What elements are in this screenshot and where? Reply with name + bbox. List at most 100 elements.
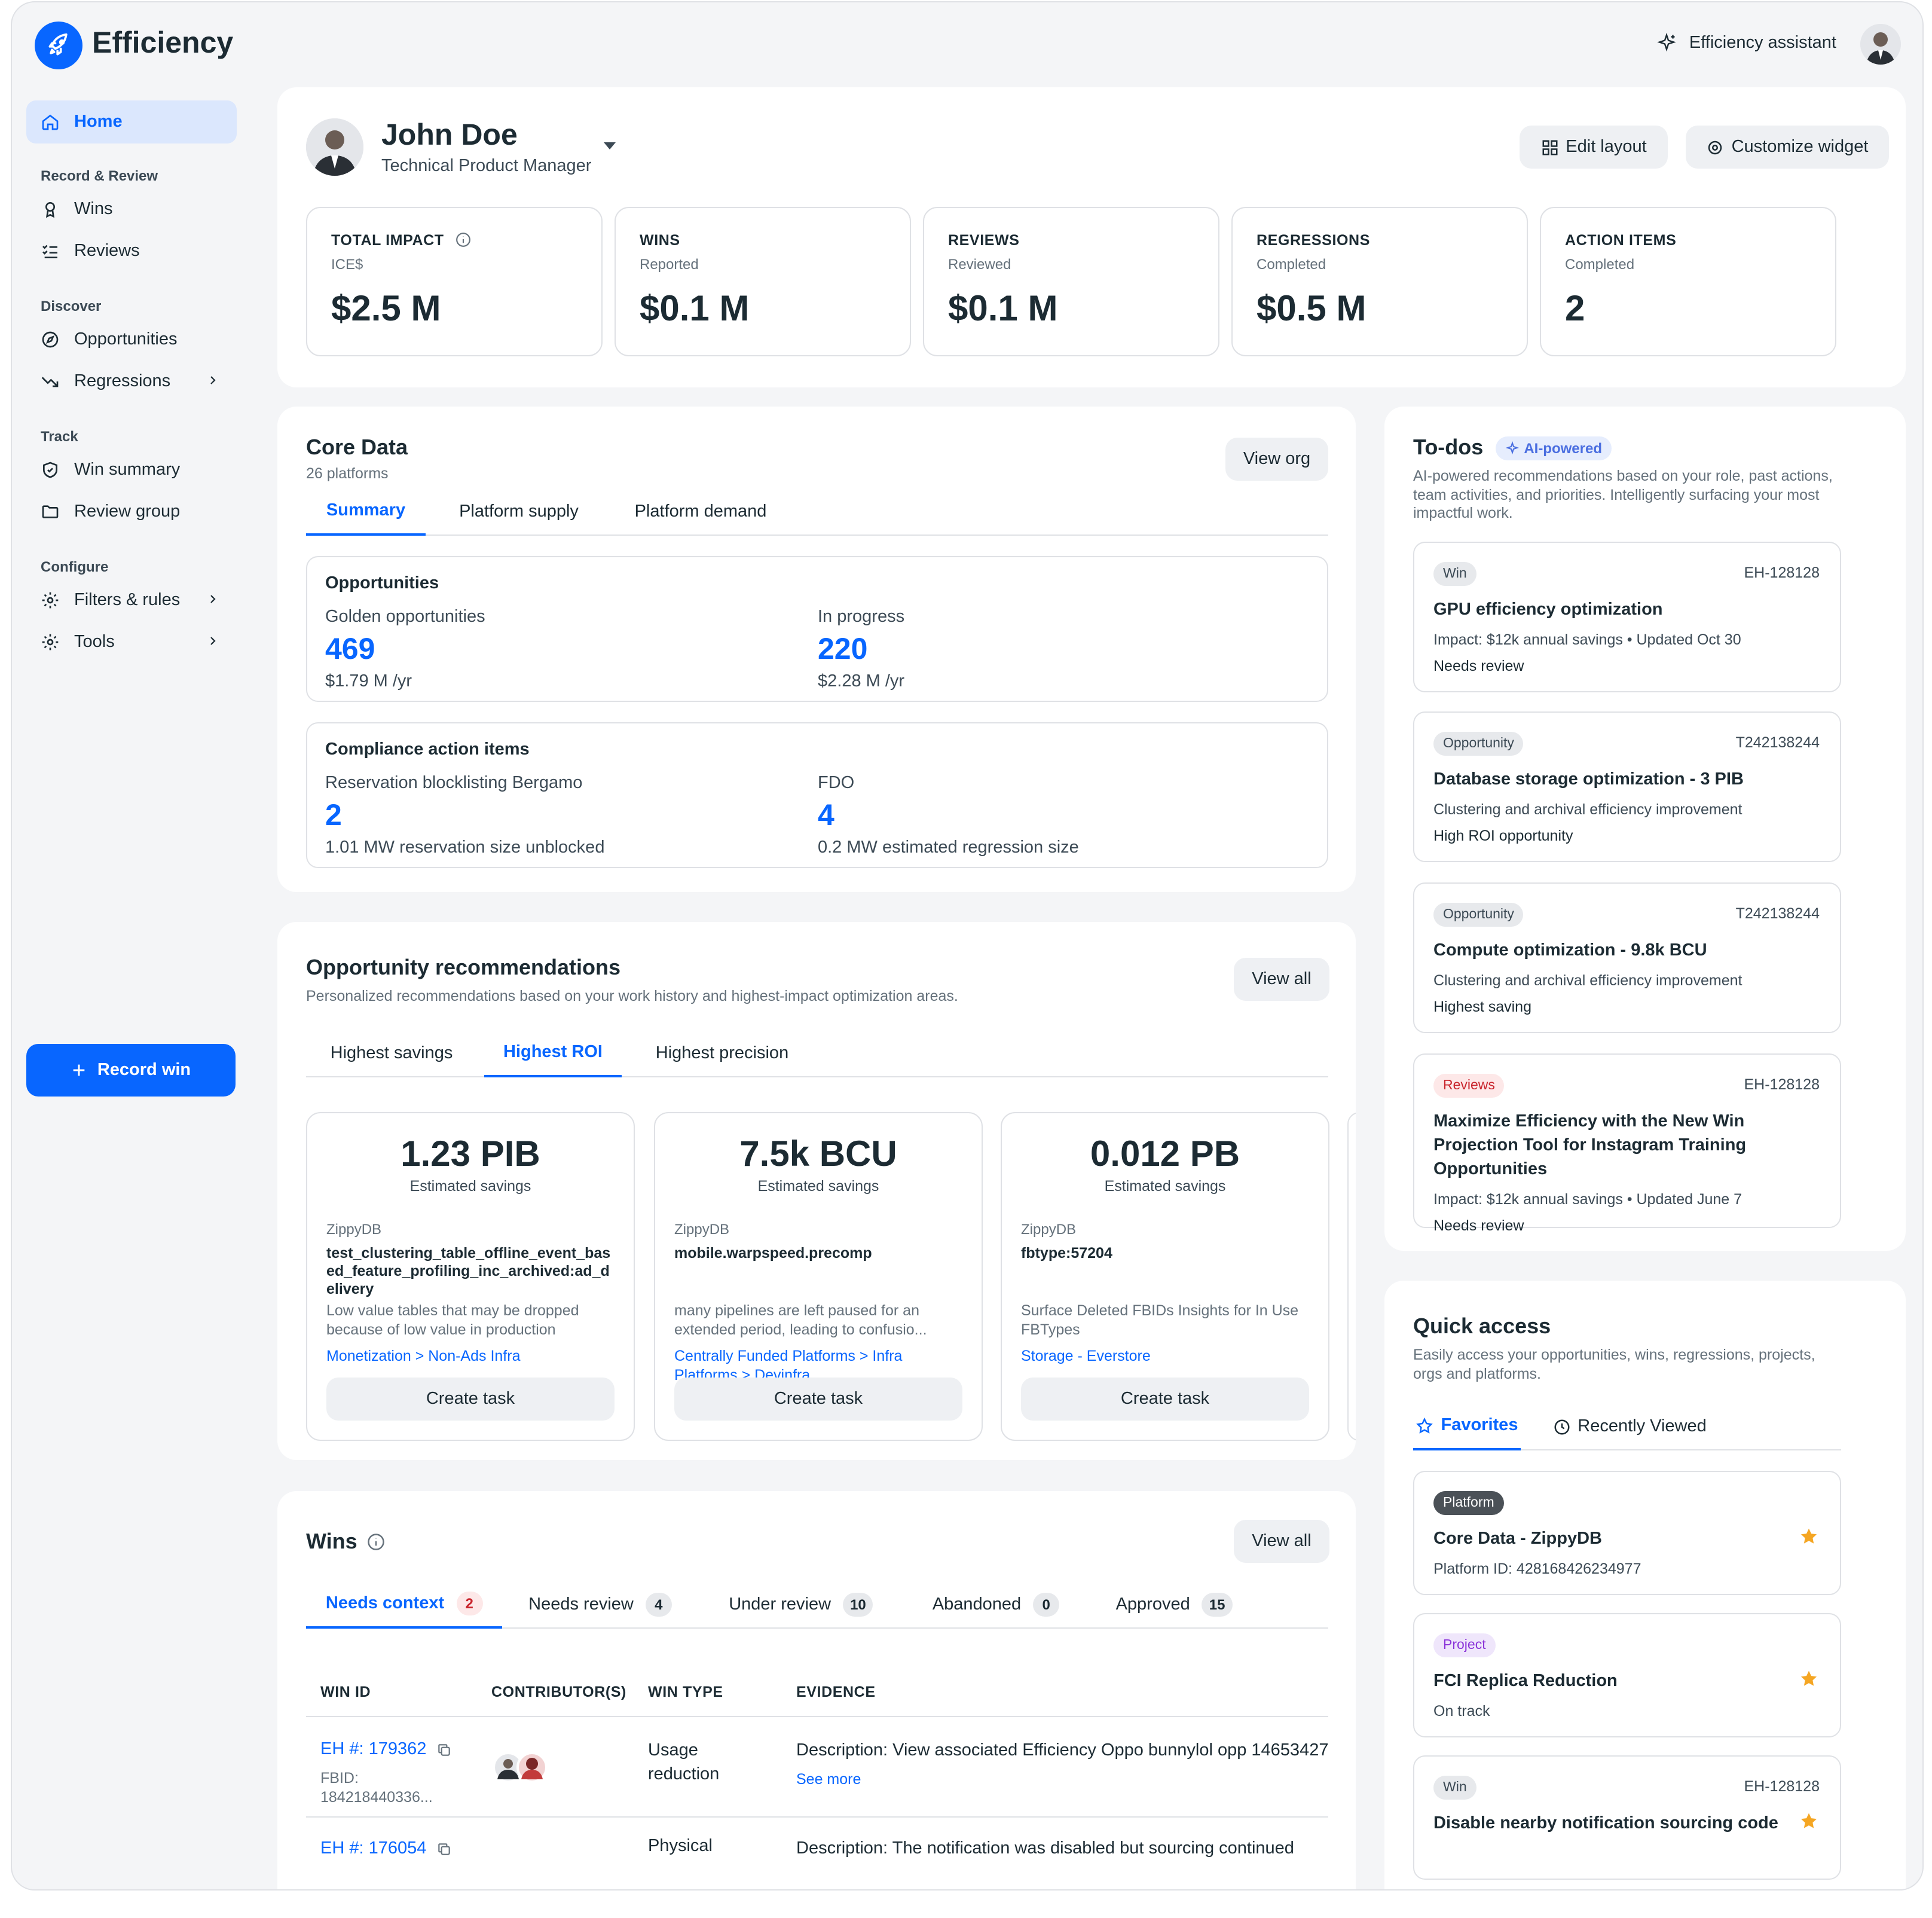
copy-icon[interactable] bbox=[436, 1742, 451, 1757]
tab-label: Abandoned bbox=[932, 1595, 1022, 1614]
create-task-button[interactable]: Create task bbox=[326, 1378, 615, 1421]
sidebar-item-opportunities[interactable]: Opportunities bbox=[26, 318, 237, 361]
compliance-box[interactable]: Compliance action items Reservation bloc… bbox=[306, 722, 1328, 868]
tab-summary[interactable]: Summary bbox=[306, 488, 426, 536]
column-header-win-id[interactable]: WIN ID bbox=[320, 1684, 371, 1700]
tab-highest-savings[interactable]: Highest savings bbox=[306, 1030, 477, 1077]
info-icon[interactable] bbox=[456, 232, 471, 248]
see-more-link[interactable]: See more bbox=[796, 1771, 861, 1788]
stat-total-impact[interactable]: TOTAL IMPACT ICE$ $2.5 M bbox=[306, 207, 603, 356]
stat-action-items[interactable]: ACTION ITEMS Completed 2 bbox=[1540, 207, 1836, 356]
sidebar-item-label: Win summary bbox=[74, 460, 181, 480]
app-logo[interactable] bbox=[35, 22, 82, 69]
tab-highest-roi[interactable]: Highest ROI bbox=[484, 1030, 622, 1077]
todo-id: EH-128128 bbox=[1744, 1076, 1820, 1093]
sidebar-item-filters-rules[interactable]: Filters & rules bbox=[26, 579, 237, 622]
stat-value: $0.1 M bbox=[948, 289, 1058, 329]
sidebar-item-tools[interactable]: Tools bbox=[26, 621, 237, 664]
star-filled-icon[interactable] bbox=[1799, 1527, 1818, 1546]
view-all-wins-button[interactable]: View all bbox=[1234, 1520, 1329, 1563]
sparkle-icon bbox=[1657, 32, 1676, 52]
record-win-button[interactable]: Record win bbox=[26, 1044, 236, 1097]
todo-title: GPU efficiency optimization bbox=[1433, 600, 1663, 619]
stat-wins[interactable]: WINS Reported $0.1 M bbox=[615, 207, 911, 356]
column-header-evidence[interactable]: EVIDENCE bbox=[796, 1684, 876, 1700]
tab-favorites[interactable]: Favorites bbox=[1413, 1403, 1521, 1450]
win-id-link[interactable]: EH #: 176054 bbox=[320, 1839, 451, 1858]
tab-count: 4 bbox=[645, 1593, 672, 1617]
win-id-link[interactable]: EH #: 179362 bbox=[320, 1740, 451, 1759]
todo-title: Compute optimization - 9.8k BCU bbox=[1433, 941, 1707, 960]
sidebar-item-win-summary[interactable]: Win summary bbox=[26, 448, 237, 491]
tab-platform-supply[interactable]: Platform supply bbox=[440, 488, 598, 536]
column-header-contributors[interactable]: CONTRIBUTOR(S) bbox=[491, 1684, 626, 1700]
contributor-avatars[interactable] bbox=[491, 1751, 549, 1784]
tab-needs-context[interactable]: Needs context 2 bbox=[306, 1581, 502, 1629]
tab-under-review[interactable]: Under review 10 bbox=[717, 1581, 885, 1629]
tab-needs-review[interactable]: Needs review 4 bbox=[519, 1581, 681, 1629]
star-filled-icon[interactable] bbox=[1799, 1669, 1818, 1688]
item-desc: On track bbox=[1433, 1703, 1490, 1720]
view-all-recommendations-button[interactable]: View all bbox=[1234, 958, 1329, 1001]
star-filled-icon[interactable] bbox=[1799, 1812, 1818, 1831]
create-task-button[interactable]: Create task bbox=[674, 1378, 962, 1421]
stat-title: TOTAL IMPACT bbox=[331, 232, 577, 249]
sidebar-section-configure: Configure bbox=[41, 558, 109, 575]
wins-title-text: Wins bbox=[306, 1529, 357, 1553]
metric-value[interactable]: 469 bbox=[325, 633, 485, 667]
metric-value[interactable]: 4 bbox=[818, 799, 1079, 833]
tab-recently-viewed[interactable]: Recently Viewed bbox=[1547, 1403, 1712, 1450]
customize-widget-button[interactable]: Customize widget bbox=[1686, 126, 1889, 169]
info-icon[interactable] bbox=[367, 1533, 385, 1551]
clock-icon bbox=[1554, 1419, 1569, 1434]
edit-layout-button[interactable]: Edit layout bbox=[1520, 126, 1668, 169]
core-data-card: Core Data 26 platforms View org Summary … bbox=[277, 407, 1356, 892]
table-row[interactable]: EH #: 179362 FBID: 184218440336... Usage… bbox=[306, 1717, 1328, 1818]
opportunities-box[interactable]: Opportunities Golden opportunities 469 $… bbox=[306, 556, 1328, 702]
sidebar-item-review-group[interactable]: Review group bbox=[26, 490, 237, 533]
tab-approved[interactable]: Approved 15 bbox=[1107, 1581, 1241, 1629]
stat-subtitle: Reviewed bbox=[948, 256, 1011, 273]
metric-value[interactable]: 220 bbox=[818, 633, 904, 667]
tab-highest-precision[interactable]: Highest precision bbox=[631, 1030, 813, 1077]
quick-access-item[interactable]: Project FCI Replica Reduction On track bbox=[1413, 1613, 1841, 1737]
view-org-button[interactable]: View org bbox=[1225, 438, 1328, 481]
column-header-win-type[interactable]: WIN TYPE bbox=[648, 1684, 723, 1700]
tab-platform-demand[interactable]: Platform demand bbox=[619, 488, 782, 536]
sidebar-item-reviews[interactable]: Reviews bbox=[26, 230, 237, 273]
recommendation-card[interactable]: 0.012 PB Estimated savings ZippyDB fbtyp… bbox=[1001, 1112, 1329, 1441]
quick-access-item[interactable]: Platform Core Data - ZippyDB Platform ID… bbox=[1413, 1471, 1841, 1595]
user-avatar[interactable] bbox=[1860, 24, 1901, 65]
profile-name: John Doe bbox=[381, 118, 518, 152]
quick-access-subtitle: Easily access your opportunities, wins, … bbox=[1413, 1346, 1815, 1382]
todo-item[interactable]: Opportunity T242138244 Database storage … bbox=[1413, 711, 1841, 862]
todo-item[interactable]: Win EH-128128 GPU efficiency optimizatio… bbox=[1413, 542, 1841, 692]
tab-abandoned[interactable]: Abandoned 0 bbox=[922, 1581, 1070, 1629]
quick-access-item[interactable]: Win EH-128128 Disable nearby notificatio… bbox=[1413, 1755, 1841, 1880]
sidebar-item-wins[interactable]: Wins bbox=[26, 188, 237, 231]
sidebar-item-label: Home bbox=[74, 112, 123, 132]
stat-reviews[interactable]: REVIEWS Reviewed $0.1 M bbox=[923, 207, 1219, 356]
sidebar-item-regressions[interactable]: Regressions bbox=[26, 360, 237, 403]
sidebar-item-home[interactable]: Home bbox=[26, 100, 237, 143]
recommendation-card[interactable]: 1.23 PIB Estimated savings ZippyDB test_… bbox=[306, 1112, 635, 1441]
todo-desc: Impact: $12k annual savings • Updated Ju… bbox=[1433, 1191, 1743, 1208]
customize-widget-label: Customize widget bbox=[1731, 138, 1869, 157]
fbid-label: FBID: bbox=[320, 1770, 359, 1786]
metric-sub: $1.79 M /yr bbox=[325, 672, 412, 691]
profile-avatar[interactable] bbox=[306, 118, 363, 176]
efficiency-assistant-button[interactable]: Efficiency assistant bbox=[1656, 32, 1836, 54]
create-task-button[interactable]: Create task bbox=[1021, 1378, 1309, 1421]
metric-value[interactable]: 2 bbox=[325, 799, 604, 833]
app-title: Efficiency bbox=[92, 26, 234, 60]
recommendation-card[interactable]: 7.5k BCU Estimated savings ZippyDB mobil… bbox=[654, 1112, 983, 1441]
stat-regressions[interactable]: REGRESSIONS Completed $0.5 M bbox=[1231, 207, 1528, 356]
todo-status: Needs review bbox=[1433, 1217, 1524, 1234]
sidebar-item-label: Reviews bbox=[74, 242, 140, 261]
caret-down-icon[interactable] bbox=[603, 140, 617, 152]
table-row[interactable]: EH #: 176054 Physical Description: The n… bbox=[306, 1819, 1328, 1889]
todo-item[interactable]: Opportunity T242138244 Compute optimizat… bbox=[1413, 882, 1841, 1033]
todo-item[interactable]: Reviews EH-128128 Maximize Efficiency wi… bbox=[1413, 1053, 1841, 1234]
copy-icon[interactable] bbox=[436, 1841, 451, 1856]
todo-id: EH-128128 bbox=[1744, 564, 1820, 581]
